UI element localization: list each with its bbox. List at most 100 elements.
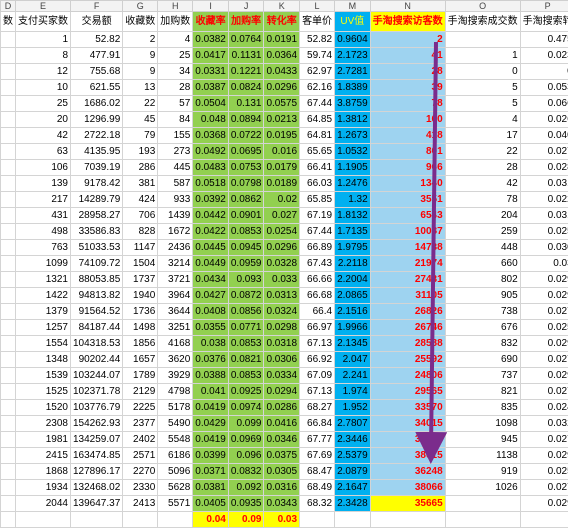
header-cell[interactable]: 收藏率 (193, 12, 229, 32)
table-cell[interactable]: 0.0298 (264, 320, 300, 336)
table-cell[interactable]: 0.0894 (228, 112, 264, 128)
table-cell[interactable]: 90202.44 (71, 352, 123, 368)
table-cell[interactable]: 154262.93 (71, 416, 123, 432)
table-cell[interactable]: 0.0191 (264, 32, 300, 48)
table-cell[interactable] (1, 192, 16, 208)
table-cell[interactable] (445, 496, 520, 512)
table-cell[interactable]: 0.093 (228, 272, 264, 288)
table-cell[interactable]: 2436 (158, 240, 193, 256)
table-cell[interactable]: 835 (445, 400, 520, 416)
table-cell[interactable]: 706 (123, 208, 158, 224)
table-cell[interactable]: 13 (123, 80, 158, 96)
table-cell[interactable]: 2 (123, 32, 158, 48)
column-letter[interactable]: H (158, 1, 193, 12)
table-cell[interactable] (1, 128, 16, 144)
summary-cell[interactable] (445, 512, 520, 528)
table-cell[interactable]: 5548 (158, 432, 193, 448)
table-cell[interactable]: 132468.02 (71, 480, 123, 496)
table-cell[interactable]: 4798 (158, 384, 193, 400)
table-cell[interactable]: 0.048 (193, 112, 229, 128)
table-cell[interactable]: 1498 (123, 320, 158, 336)
table-cell[interactable]: 67.44 (300, 224, 335, 240)
table-cell[interactable]: 0.029 (520, 288, 568, 304)
table-cell[interactable]: 2.7281 (335, 64, 371, 80)
table-cell[interactable]: 1.3812 (335, 112, 371, 128)
table-cell[interactable]: 0.0969 (228, 432, 264, 448)
table-cell[interactable]: 52.82 (71, 32, 123, 48)
table-cell[interactable]: 0.0382 (193, 32, 229, 48)
table-cell[interactable]: 0.0925 (228, 384, 264, 400)
table-cell[interactable]: 0.041 (193, 384, 229, 400)
table-cell[interactable]: 2.5379 (335, 448, 371, 464)
table-cell[interactable]: 94813.82 (71, 288, 123, 304)
table-cell[interactable]: 0.0824 (228, 80, 264, 96)
table-cell[interactable]: 38066 (370, 480, 445, 496)
table-cell[interactable]: 2.2004 (335, 272, 371, 288)
table-cell[interactable] (1, 432, 16, 448)
table-cell[interactable]: 57 (158, 96, 193, 112)
table-cell[interactable]: 88053.85 (71, 272, 123, 288)
table-cell[interactable]: 0.0853 (228, 368, 264, 384)
table-cell[interactable]: 1525 (16, 384, 71, 400)
table-cell[interactable]: 24806 (370, 368, 445, 384)
table-cell[interactable]: 0.0399 (193, 448, 229, 464)
table-cell[interactable]: 0.027 (520, 144, 568, 160)
table-cell[interactable]: 0.0433 (264, 64, 300, 80)
table-cell[interactable]: 0.029 (520, 368, 568, 384)
table-cell[interactable]: 1098 (445, 416, 520, 432)
table-cell[interactable] (1, 320, 16, 336)
table-cell[interactable]: 66.89 (300, 240, 335, 256)
table-cell[interactable]: 35665 (370, 496, 445, 512)
table-cell[interactable]: 5178 (158, 400, 193, 416)
summary-cell[interactable] (520, 512, 568, 528)
table-cell[interactable]: 0.0492 (193, 144, 229, 160)
table-cell[interactable]: 0.032 (520, 416, 568, 432)
table-cell[interactable]: 0.0959 (228, 256, 264, 272)
table-cell[interactable]: 0.0328 (264, 256, 300, 272)
table-cell[interactable]: 28 (158, 80, 193, 96)
table-cell[interactable]: 0.0753 (228, 160, 264, 176)
table-cell[interactable]: 690 (445, 352, 520, 368)
table-cell[interactable] (1, 272, 16, 288)
table-cell[interactable]: 0.0387 (193, 80, 229, 96)
table-cell[interactable]: 67.44 (300, 96, 335, 112)
table-cell[interactable]: 51033.53 (71, 240, 123, 256)
table-cell[interactable]: 66.03 (300, 176, 335, 192)
summary-cell[interactable] (335, 512, 371, 528)
table-cell[interactable]: 0.0381 (193, 480, 229, 496)
summary-cell[interactable]: 0.09 (228, 512, 264, 528)
table-cell[interactable]: 0.0853 (228, 224, 264, 240)
table-cell[interactable]: 84187.44 (71, 320, 123, 336)
table-cell[interactable]: 0.096 (228, 448, 264, 464)
table-cell[interactable]: 2 (370, 32, 445, 48)
header-cell[interactable]: 数 (1, 12, 16, 32)
table-cell[interactable]: 0.092 (228, 480, 264, 496)
table-cell[interactable]: 139647.37 (71, 496, 123, 512)
table-cell[interactable]: 2225 (123, 400, 158, 416)
table-cell[interactable]: 2044 (16, 496, 71, 512)
table-cell[interactable]: 0.0575 (264, 96, 300, 112)
table-cell[interactable]: 0.0419 (193, 432, 229, 448)
table-cell[interactable]: 933 (158, 192, 193, 208)
table-cell[interactable]: 42 (16, 128, 71, 144)
table-cell[interactable]: 1.2476 (335, 176, 371, 192)
table-cell[interactable]: 0.031 (520, 208, 568, 224)
table-cell[interactable]: 1940 (123, 288, 158, 304)
table-cell[interactable]: 1340 (370, 176, 445, 192)
table-cell[interactable]: 78 (370, 96, 445, 112)
table-cell[interactable]: 5571 (158, 496, 193, 512)
table-cell[interactable]: 0.0853 (228, 336, 264, 352)
table-cell[interactable]: 2.3428 (335, 496, 371, 512)
table-cell[interactable]: 0.0862 (228, 192, 264, 208)
table-cell[interactable]: 0.0798 (228, 176, 264, 192)
table-cell[interactable]: 2377 (123, 416, 158, 432)
table-cell[interactable]: 9 (123, 48, 158, 64)
table-cell[interactable]: 1.8132 (335, 208, 371, 224)
table-cell[interactable]: 155 (158, 128, 193, 144)
table-cell[interactable]: 1737 (123, 272, 158, 288)
table-cell[interactable]: 0.0364 (264, 48, 300, 64)
table-cell[interactable]: 1138 (445, 448, 520, 464)
table-cell[interactable]: 0.027 (520, 384, 568, 400)
table-cell[interactable]: 0.0375 (264, 448, 300, 464)
table-cell[interactable]: 1.9966 (335, 320, 371, 336)
